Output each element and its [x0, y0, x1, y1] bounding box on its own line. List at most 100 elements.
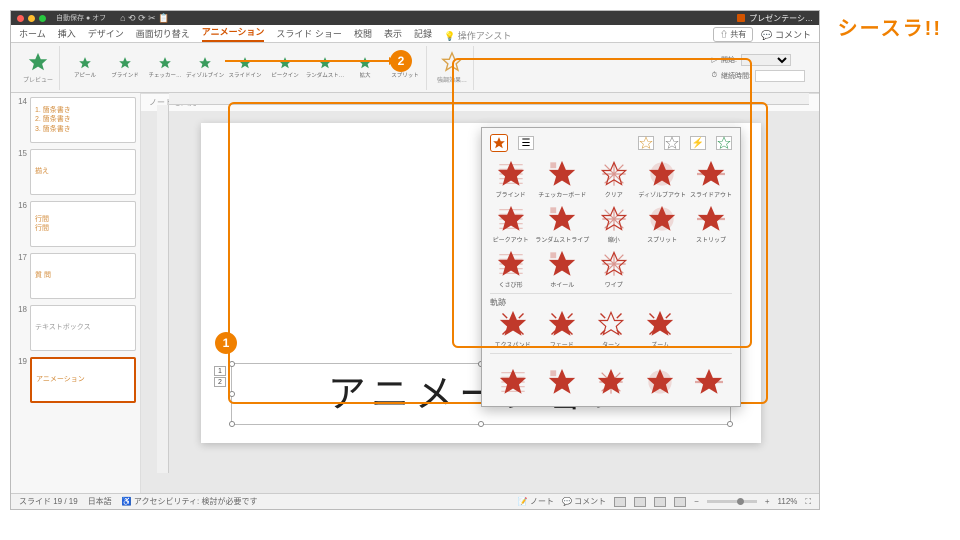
anim-tag-2[interactable]: 2 [214, 377, 226, 387]
share-button[interactable]: ⇧ 共有 [713, 27, 753, 42]
gallery-effect-ピークアウト[interactable]: ピークアウト [490, 205, 531, 244]
slide-editor[interactable]: 1 2 アニメーション ☰ [141, 93, 819, 493]
slide-thumbnail-panel[interactable]: 141. 箇条書き2. 箇条書き3. 箇条書き 15揃え 16行間行間 17質 問 18… [11, 93, 141, 493]
resize-handle[interactable] [229, 421, 235, 427]
gallery-effect-ランダムストライプ[interactable]: ランダムストライプ [535, 205, 589, 244]
duration-label: 継続時間: [721, 71, 751, 81]
gallery-effect-スライドアウト[interactable]: スライドアウト [690, 160, 732, 199]
notes-toggle[interactable]: 📝 ノート [518, 496, 554, 507]
file-icon [737, 14, 745, 22]
animation-gallery-popover[interactable]: ☰ ⚡ ブラインドチェッカーボードクリアディゾルブアウトスライドアウトピークアウ… [481, 127, 741, 407]
motion-tab-icon[interactable] [664, 136, 680, 150]
effect-options-icon[interactable]: ☰ [518, 136, 534, 150]
ruler-horizontal [169, 93, 809, 105]
gallery-toolbar: ☰ ⚡ [490, 134, 732, 156]
tab-transitions[interactable]: 画面切り替え [136, 27, 190, 42]
zoom-slider[interactable] [707, 500, 757, 503]
zoom-value[interactable]: 112% [778, 497, 798, 506]
minimize-icon[interactable] [28, 15, 35, 22]
fit-window-icon[interactable]: ⛶ [805, 497, 811, 507]
gallery-effect-くさび形[interactable]: くさび形 [490, 250, 531, 289]
tab-design[interactable]: デザイン [88, 27, 124, 42]
start-select[interactable] [741, 54, 791, 66]
preview-label: プレビュー [23, 75, 53, 84]
gallery-effect-extra-3[interactable] [638, 368, 683, 396]
thumb-slide-19[interactable]: 19アニメーション [15, 357, 136, 403]
emphasis-tab-icon[interactable] [638, 136, 654, 150]
thumb-slide-17[interactable]: 17質 問 [15, 253, 136, 299]
callout-badge-1: 1 [215, 332, 237, 354]
gallery-effect-ターン[interactable]: ターン [588, 310, 633, 349]
entrance-gallery: アピールブラインドチェッカー…ディゾルブインスライドインピークインランダムスト…… [64, 46, 427, 90]
selected-effect-icon[interactable] [490, 134, 508, 152]
slide-counter: スライド 19 / 19 [19, 496, 78, 507]
document-title[interactable]: プレゼンテーシ… [737, 13, 813, 24]
comments-button[interactable]: 💬 コメント [761, 28, 811, 41]
gallery-effect-スプリット[interactable]: スプリット [638, 205, 686, 244]
tab-view[interactable]: 表示 [384, 27, 402, 42]
ribbon-tabs: ホーム 挿入 デザイン 画面切り替え アニメーション スライド ショー 校閲 表… [11, 25, 819, 43]
maximize-icon[interactable] [39, 15, 46, 22]
callout-arrow [225, 60, 395, 62]
editor-body: 141. 箇条書き2. 箇条書き3. 箇条書き 15揃え 16行間行間 17質 問 18… [11, 93, 819, 493]
gallery-effect-ディゾルブアウト[interactable]: ディゾルブアウト [638, 160, 686, 199]
gallery-effect-エクスパンド[interactable]: エクスパンド [490, 310, 535, 349]
accessibility-status[interactable]: ♿ アクセシビリティ: 検討が必要です [122, 496, 258, 507]
resize-handle[interactable] [229, 391, 235, 397]
gallery-section-extra [490, 353, 732, 366]
resize-handle[interactable] [229, 361, 235, 367]
tab-slideshow[interactable]: スライド ショー [276, 27, 342, 42]
ribbon-animations: プレビュー アピールブラインドチェッカー…ディゾルブインスライドインピークインラ… [11, 43, 819, 93]
autosave-toggle[interactable]: 自動保存 ● オフ [56, 13, 106, 23]
callout-badge-2: 2 [390, 50, 412, 72]
gallery-effect-ズーム[interactable]: ズーム [638, 310, 683, 349]
tab-insert[interactable]: 挿入 [58, 27, 76, 42]
slideshow-view-icon[interactable] [674, 497, 686, 507]
resize-handle[interactable] [478, 421, 484, 427]
language-status[interactable]: 日本語 [88, 496, 112, 507]
comments-toggle[interactable]: 💬 コメント [562, 496, 606, 507]
gallery-effect-チェッカーボード[interactable]: チェッカーボード [535, 160, 589, 199]
add-animation-icon[interactable] [716, 136, 732, 150]
emphasis-label: 強調効果… [437, 75, 467, 84]
gallery-effect-ストリップ[interactable]: ストリップ [690, 205, 732, 244]
entrance-effect-3[interactable]: ディゾルブイン [190, 56, 220, 79]
preview-star-icon [27, 51, 49, 73]
gallery-effect-ホイール[interactable]: ホイール [535, 250, 589, 289]
normal-view-icon[interactable] [614, 497, 626, 507]
thumb-slide-18[interactable]: 18テキストボックス [15, 305, 136, 351]
anim-tag-1[interactable]: 1 [214, 366, 226, 376]
preview-group[interactable]: プレビュー [17, 46, 60, 90]
gallery-effect-extra-0[interactable] [490, 368, 535, 396]
gallery-effect-クリア[interactable]: クリア [593, 160, 634, 199]
gallery-effect-ワイプ[interactable]: ワイプ [593, 250, 634, 289]
thumb-slide-16[interactable]: 16行間行間 [15, 201, 136, 247]
slide-canvas[interactable]: 1 2 アニメーション ☰ [201, 123, 761, 443]
sorter-view-icon[interactable] [634, 497, 646, 507]
close-icon[interactable] [17, 15, 24, 22]
thumb-slide-14[interactable]: 141. 箇条書き2. 箇条書き3. 箇条書き [15, 97, 136, 143]
gallery-effect-extra-1[interactable] [539, 368, 584, 396]
emphasis-group[interactable]: 強調効果… [431, 46, 474, 90]
quick-access-toolbar[interactable]: ⌂ ⟲ ⟳ ✂ 📋 [120, 13, 169, 24]
gallery-effect-extra-2[interactable] [588, 368, 633, 396]
gallery-effect-ブラインド[interactable]: ブラインド [490, 160, 531, 199]
gallery-effect-縮小[interactable]: 縮小 [593, 205, 634, 244]
entrance-effect-0[interactable]: アピール [70, 56, 100, 79]
animation-order-badges: 1 2 [214, 366, 226, 387]
thumb-slide-15[interactable]: 15揃え [15, 149, 136, 195]
duration-input[interactable] [755, 70, 805, 82]
tab-animations[interactable]: アニメーション [202, 25, 265, 42]
resize-handle[interactable] [727, 421, 733, 427]
entrance-effect-1[interactable]: ブラインド [110, 56, 140, 79]
gallery-effect-extra-4[interactable] [687, 368, 732, 396]
gallery-section-path: 軌跡 [490, 293, 732, 308]
tab-home[interactable]: ホーム [19, 27, 46, 42]
tell-me-search[interactable]: 操作アシスト [458, 31, 512, 41]
tab-record[interactable]: 記録 [414, 27, 432, 42]
reading-view-icon[interactable] [654, 497, 666, 507]
tab-review[interactable]: 校閲 [354, 27, 372, 42]
entrance-effect-2[interactable]: チェッカー… [150, 56, 180, 79]
lightning-icon[interactable]: ⚡ [690, 136, 706, 150]
gallery-effect-フェード[interactable]: フェード [539, 310, 584, 349]
